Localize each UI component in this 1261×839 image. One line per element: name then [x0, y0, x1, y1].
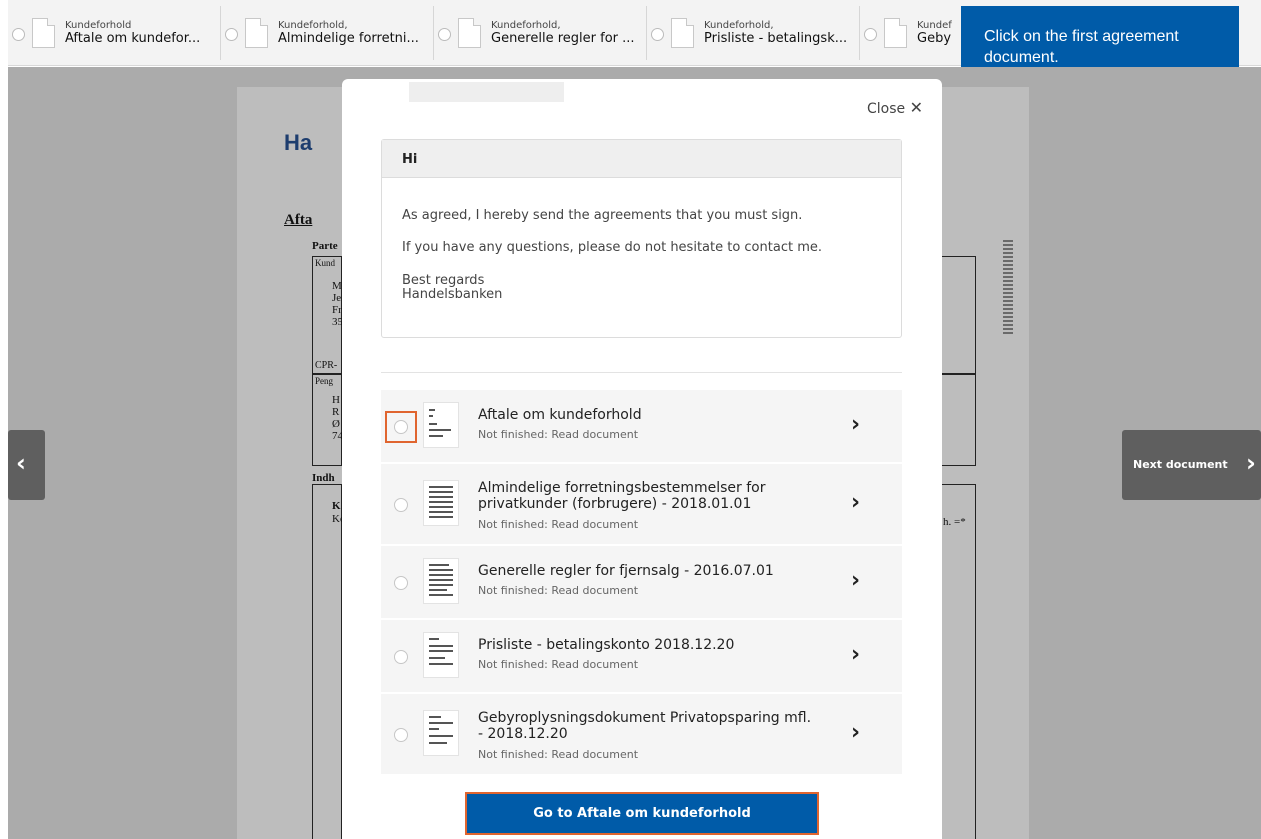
close-icon: ✕ [909, 98, 923, 117]
message-greeting: Hi [402, 152, 418, 167]
previous-document-button[interactable]: ‹ [8, 430, 45, 500]
doc-fragment: CPR- [315, 360, 338, 371]
document-thumbnail-icon [423, 710, 459, 756]
radio-icon [12, 28, 25, 41]
document-status: Not finished: Read document [478, 428, 639, 441]
document-tab-5[interactable]: Kundef Geby [860, 6, 960, 60]
document-tab-2[interactable]: Kundeforhold, Almindelige forretni... [221, 6, 434, 60]
radio-icon [225, 28, 238, 41]
document-thumbnail-icon [423, 402, 459, 448]
message-signoff: Best regards [402, 273, 485, 288]
tab-title: Prisliste - betalingsk... [704, 31, 848, 46]
document-icon [245, 18, 268, 48]
tab-title: Aftale om kundefor... [65, 31, 201, 46]
doc-box [942, 374, 976, 466]
doc-fragment: H [332, 394, 340, 406]
radio-icon [438, 28, 451, 41]
chevron-right-icon: › [851, 490, 861, 515]
document-radio-button[interactable] [394, 420, 408, 434]
tab-title: Almindelige forretni... [278, 31, 419, 46]
doc-box [942, 256, 976, 374]
radio-icon [651, 28, 664, 41]
message-line: As agreed, I hereby send the agreements … [402, 208, 803, 223]
document-title: Almindelige forretningsbestemmelser for … [478, 480, 766, 512]
doc-fragment: Indh [312, 472, 335, 484]
next-document-button[interactable]: Next document › [1122, 430, 1261, 500]
message-box: Hi As agreed, I hereby send the agreemen… [381, 139, 902, 338]
document-tab-3[interactable]: Kundeforhold, Generelle regler for ... [434, 6, 647, 60]
document-thumbnail-icon [423, 558, 459, 604]
tab-category: Kundeforhold, [704, 20, 774, 31]
chevron-right-icon: › [1246, 449, 1256, 477]
doc-box [312, 484, 342, 839]
document-thumbnail-icon [423, 632, 459, 678]
background-doc-subheading: Afta [284, 212, 313, 228]
document-icon [671, 18, 694, 48]
doc-fragment: Parte [312, 240, 338, 252]
doc-fragment: Ø [332, 418, 340, 430]
document-status: Not finished: Read document [478, 748, 639, 761]
message-header: Hi [382, 140, 901, 178]
go-to-document-button[interactable]: Go to Aftale om kundeforhold [465, 792, 819, 835]
vertical-document-code [1003, 240, 1013, 335]
doc-fragment: Je [332, 292, 342, 304]
document-icon [884, 18, 907, 48]
radio-icon [864, 28, 877, 41]
doc-box [942, 484, 976, 839]
tab-title: Geby [917, 31, 952, 46]
document-title: Aftale om kundeforhold [478, 407, 642, 423]
document-list-item[interactable]: Prisliste - betalingskonto 2018.12.20 No… [381, 620, 902, 694]
doc-fragment: K [332, 500, 341, 512]
doc-fragment: Fr [332, 304, 342, 316]
next-document-label: Next document [1133, 458, 1228, 471]
document-status: Not finished: Read document [478, 658, 639, 671]
document-radio-button[interactable] [394, 650, 408, 664]
modal-header-placeholder [409, 82, 564, 102]
message-sender: Handelsbanken [402, 287, 503, 302]
doc-fragment: M [332, 280, 342, 292]
tab-category: Kundeforhold, [491, 20, 561, 31]
chevron-right-icon: › [851, 412, 861, 437]
document-radio-button[interactable] [394, 498, 408, 512]
document-list-item[interactable]: Aftale om kundeforhold Not finished: Rea… [381, 390, 902, 464]
document-title: Prisliste - betalingskonto 2018.12.20 [478, 637, 735, 653]
tab-category: Kundeforhold [65, 20, 132, 31]
chevron-right-icon: › [851, 642, 861, 667]
document-list: Aftale om kundeforhold Not finished: Rea… [381, 390, 902, 776]
doc-fragment: R [332, 406, 340, 418]
document-tab-4[interactable]: Kundeforhold, Prisliste - betalingsk... [647, 6, 860, 60]
document-title: Generelle regler for fjernsalg - 2016.07… [478, 563, 774, 579]
document-tab-1[interactable]: Kundeforhold Aftale om kundefor... [8, 6, 221, 60]
background-doc-heading: Ha [284, 130, 313, 155]
chevron-left-icon: ‹ [16, 449, 26, 477]
chevron-right-icon: › [851, 720, 861, 745]
document-radio-button[interactable] [394, 576, 408, 590]
tab-title: Generelle regler for ... [491, 31, 635, 46]
document-title: Gebyroplysningsdokument Privatopsparing … [478, 710, 812, 742]
chevron-right-icon: › [851, 568, 861, 593]
document-radio-button[interactable] [394, 728, 408, 742]
message-line: If you have any questions, please do not… [402, 240, 822, 255]
divider [381, 372, 902, 373]
document-icon [32, 18, 55, 48]
document-status: Not finished: Read document [478, 518, 639, 531]
document-list-item[interactable]: Gebyroplysningsdokument Privatopsparing … [381, 694, 902, 776]
doc-fragment: Peng [315, 376, 333, 386]
document-list-item[interactable]: Almindelige forretningsbestemmelser for … [381, 464, 902, 546]
document-thumbnail-icon [423, 480, 459, 526]
tab-category: Kundeforhold, [278, 20, 348, 31]
document-status: Not finished: Read document [478, 584, 639, 597]
close-label: Close [867, 101, 906, 117]
document-list-item[interactable]: Generelle regler for fjernsalg - 2016.07… [381, 546, 902, 620]
close-button[interactable]: Close ✕ [867, 98, 923, 117]
doc-fragment: Kund [315, 258, 335, 268]
document-icon [458, 18, 481, 48]
tab-category: Kundef [917, 20, 952, 31]
